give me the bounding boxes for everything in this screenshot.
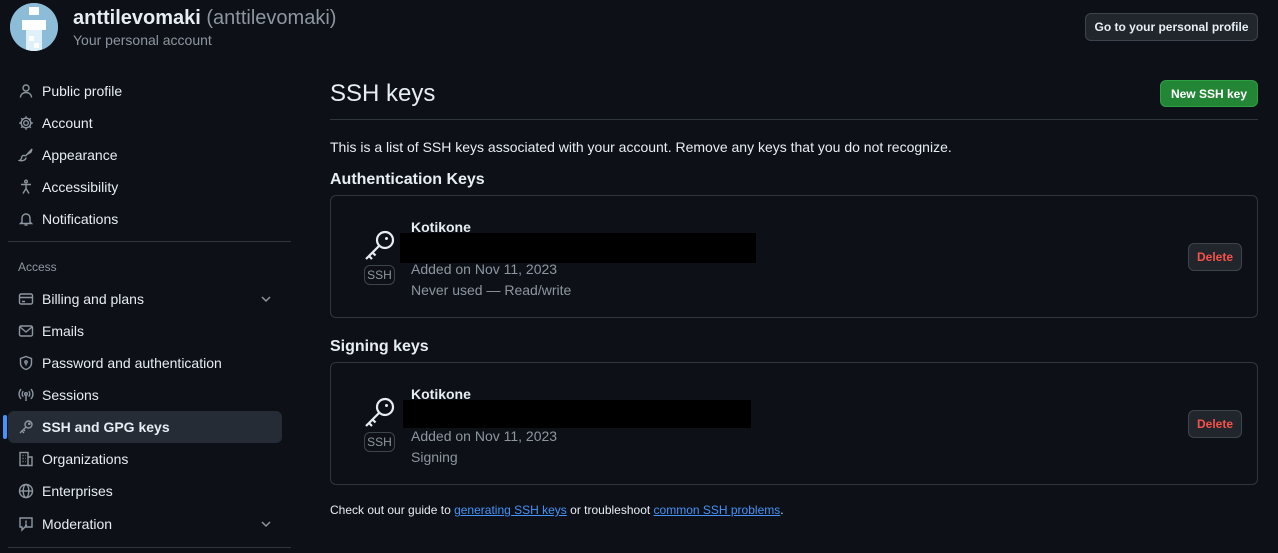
username[interactable]: anttilevomaki [73,7,201,29]
sidebar-item-label: SSH and GPG keys [42,419,170,435]
sidebar-item-notifications[interactable]: Notifications [8,203,282,235]
sidebar-item-label: Accessibility [42,179,119,195]
ssh-badge: SSH [364,432,395,452]
help-text-suffix: . [780,503,784,517]
bell-icon [18,211,34,227]
intro-text: This is a list of SSH keys associated wi… [330,139,952,155]
sidebar-divider [8,547,291,548]
accessibility-icon [18,179,34,195]
authentication-key-item: SSH Kotikone Added on Nov 11, 2023 Never… [330,195,1258,318]
delete-button[interactable]: Delete [1188,410,1242,438]
sidebar-section-access: Access [18,260,57,274]
sidebar-item-label: Public profile [42,83,123,99]
redacted-fingerprint [403,400,751,428]
sidebar-item-accessibility[interactable]: Accessibility [8,171,282,203]
key-icon [365,397,395,427]
chevron-down-icon[interactable] [259,292,273,306]
key-usage-status: Never used — Read/write [411,282,572,298]
sidebar-item-emails[interactable]: Emails [8,315,282,347]
new-ssh-key-button[interactable]: New SSH key [1160,80,1258,107]
key-added-date: Added on Nov 11, 2023 [411,261,558,277]
sidebar-item-label: Account [42,115,93,131]
help-text-prefix: Check out our guide to [330,503,455,517]
key-icon [18,419,34,435]
sidebar-item-organizations[interactable]: Organizations [8,443,282,475]
sidebar-item-password[interactable]: Password and authentication [8,347,282,379]
paintbrush-icon [18,147,34,163]
delete-button[interactable]: Delete [1188,243,1242,271]
sidebar-item-label: Organizations [42,451,129,467]
signing-key-item: SSH Kotikone Added on Nov 11, 2023 Signi… [330,362,1258,485]
sidebar-item-billing[interactable]: Billing and plans [8,283,282,315]
sidebar-item-label: Billing and plans [42,291,144,307]
title-divider [330,119,1258,120]
sidebar-item-label: Notifications [42,211,119,227]
key-icon [365,230,395,260]
sidebar-item-label: Enterprises [42,483,113,499]
help-text-middle: or troubleshoot [566,503,654,517]
globe-icon [18,483,34,499]
sidebar-item-label: Emails [42,323,85,339]
help-text: Check out our guide to generating SSH ke… [330,503,784,517]
go-to-profile-button[interactable]: Go to your personal profile [1085,13,1258,41]
mail-icon [18,323,34,339]
credit-card-icon [18,291,34,307]
broadcast-icon [18,387,34,403]
redacted-fingerprint [400,233,756,263]
login-name: (anttilevomaki) [206,7,337,29]
settings-page: anttilevomaki (anttilevomaki) Your perso… [0,0,1278,553]
sidebar-item-appearance[interactable]: Appearance [8,139,282,171]
page-title: SSH keys [330,80,436,107]
sidebar-item-label: Sessions [42,387,99,403]
sidebar-item-sessions[interactable]: Sessions [8,379,282,411]
sidebar-item-label: Password and authentication [42,355,222,371]
signing-keys-heading: Signing keys [330,338,429,355]
report-icon [18,516,34,532]
sidebar-item-label: Appearance [42,147,118,163]
generating-ssh-keys-link[interactable]: generating SSH keys [454,503,567,517]
sidebar-item-moderation[interactable]: Moderation [8,508,282,540]
key-added-date: Added on Nov 11, 2023 [411,428,558,444]
sidebar-item-label: Moderation [42,516,113,532]
account-heading: anttilevomaki (anttilevomaki) [73,6,336,30]
authentication-keys-heading: Authentication Keys [330,171,485,188]
active-indicator [3,415,7,439]
organization-icon [18,451,34,467]
common-ssh-problems-link[interactable]: common SSH problems [654,503,781,517]
chevron-down-icon[interactable] [259,517,273,531]
sidebar-item-ssh-gpg-keys[interactable]: SSH and GPG keys [8,411,282,443]
shield-icon [18,355,34,371]
gear-icon [18,115,34,131]
sidebar-item-account[interactable]: Account [8,107,282,139]
key-usage-status: Signing [411,449,458,465]
sidebar-item-public-profile[interactable]: Public profile [8,75,282,107]
account-subtitle: Your personal account [73,32,212,48]
avatar[interactable] [10,3,58,51]
sidebar-item-enterprises[interactable]: Enterprises [8,475,282,507]
person-icon [18,83,34,99]
sidebar-divider [8,241,291,242]
ssh-badge: SSH [364,265,395,285]
